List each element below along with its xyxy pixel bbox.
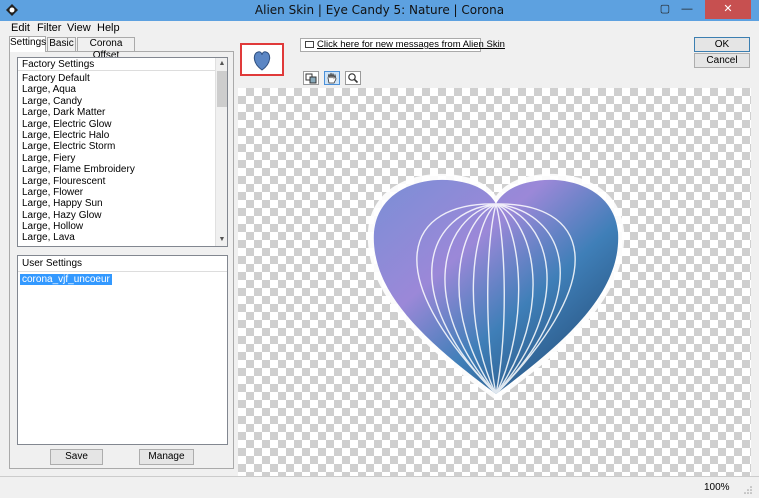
close-button[interactable]: ✕ [705, 0, 751, 19]
zoom-level: 100% [704, 482, 730, 493]
envelope-icon [305, 41, 314, 48]
list-item[interactable]: Factory Default [18, 73, 227, 84]
scroll-down-icon[interactable]: ▼ [216, 234, 227, 246]
list-item[interactable]: Large, Happy Sun [18, 198, 227, 209]
ok-button[interactable]: OK [694, 37, 750, 52]
title-bar: Alien Skin | Eye Candy 5: Nature | Coron… [0, 0, 759, 21]
user-setting-item[interactable]: corona_vjf_uncoeur [20, 274, 112, 286]
corona-heart-image [367, 173, 625, 400]
status-bar: 100% [0, 476, 759, 498]
preview-canvas[interactable] [238, 88, 751, 476]
list-item[interactable]: Large, Hollow [18, 221, 227, 232]
tab-basic[interactable]: Basic [47, 37, 76, 51]
user-settings-header: User Settings [18, 256, 227, 272]
hand-tool-button[interactable] [324, 71, 340, 85]
close-icon: ✕ [723, 3, 733, 15]
factory-scrollbar[interactable]: ▲ ▼ [215, 58, 227, 246]
list-item[interactable]: Large, Lava [18, 232, 227, 243]
list-item[interactable]: Large, Electric Glow [18, 119, 227, 130]
scroll-thumb[interactable] [217, 71, 227, 107]
list-item[interactable]: Large, Dark Matter [18, 107, 227, 118]
menu-edit[interactable]: Edit [11, 22, 30, 34]
resize-grip-icon[interactable] [743, 485, 753, 495]
tab-settings[interactable]: Settings [9, 36, 46, 52]
list-item[interactable]: Large, Candy [18, 96, 227, 107]
heart-thumbnail-icon [253, 51, 271, 71]
tab-corona-offset[interactable]: Corona Offset [77, 37, 135, 61]
menu-bar: Edit Filter View Help [0, 21, 759, 36]
list-item[interactable]: Large, Hazy Glow [18, 210, 227, 221]
menu-help[interactable]: Help [97, 22, 120, 34]
menu-view[interactable]: View [67, 22, 91, 34]
factory-settings-header: Factory Settings [18, 58, 227, 71]
list-item[interactable]: Large, Electric Halo [18, 130, 227, 141]
zoom-icon [348, 73, 359, 84]
window-title: Alien Skin | Eye Candy 5: Nature | Coron… [254, 3, 505, 17]
list-item[interactable]: Large, Flower [18, 187, 227, 198]
user-settings-list[interactable]: User Settings corona_vjf_uncoeur [17, 255, 228, 445]
list-item[interactable]: Large, Flourescent [18, 176, 227, 187]
maximize-icon: ▢ [659, 3, 671, 15]
factory-settings-list[interactable]: Factory Settings Factory Default Large, … [17, 57, 228, 247]
navigator-thumbnail[interactable] [240, 43, 284, 76]
list-item[interactable]: Large, Flame Embroidery [18, 164, 227, 175]
list-item[interactable]: Large, Aqua [18, 84, 227, 95]
minimize-icon: — [681, 3, 693, 15]
manage-button[interactable]: Manage [139, 449, 194, 465]
save-button[interactable]: Save [50, 449, 103, 465]
preview-toggle-button[interactable] [303, 71, 319, 85]
hand-icon [327, 72, 337, 84]
maximize-button[interactable]: ▢ [652, 0, 678, 19]
menu-filter[interactable]: Filter [37, 22, 61, 34]
compare-icon [305, 73, 317, 84]
list-item[interactable]: Large, Electric Storm [18, 141, 227, 152]
cancel-button[interactable]: Cancel [694, 53, 750, 68]
zoom-tool-button[interactable] [345, 71, 361, 85]
messages-link[interactable]: Click here for new messages from Alien S… [300, 38, 505, 52]
list-item[interactable]: Large, Fiery [18, 153, 227, 164]
scroll-up-icon[interactable]: ▲ [216, 58, 227, 70]
